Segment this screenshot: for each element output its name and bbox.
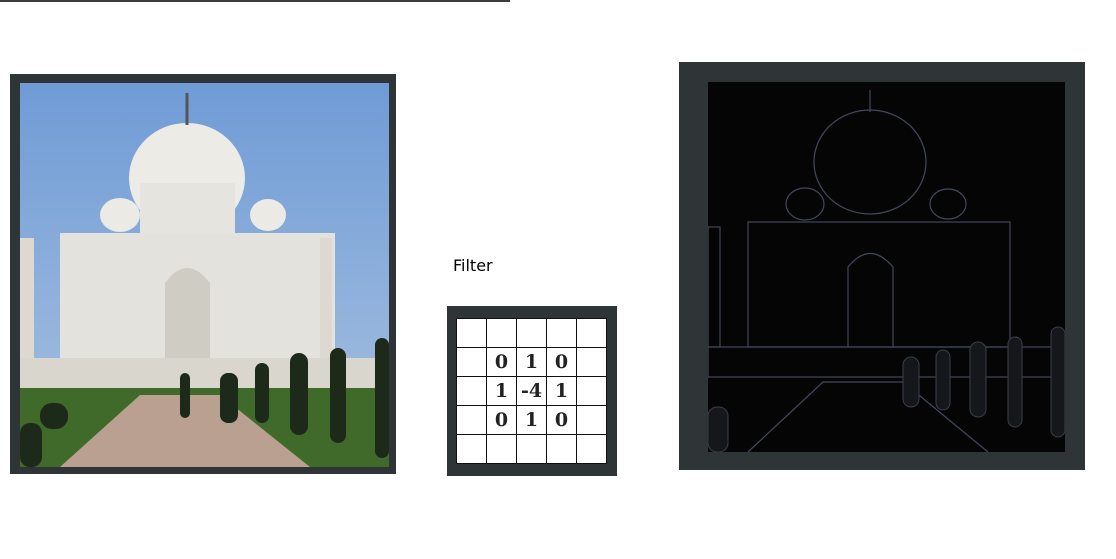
kernel-cell	[576, 347, 607, 377]
input-image-taj-mahal	[20, 83, 389, 467]
kernel-cell	[486, 434, 517, 464]
kernel-cell	[576, 405, 607, 435]
kernel-cell	[456, 376, 487, 406]
kernel-cell	[546, 434, 577, 464]
kernel-cell	[456, 318, 487, 348]
filter-kernel-grid: 010 1 -4 1 010	[456, 318, 607, 464]
kernel-cell	[576, 318, 607, 348]
kernel-row	[456, 434, 607, 464]
kernel-cell: 1	[486, 376, 517, 406]
filter-kernel-frame: 010 1 -4 1 010	[447, 306, 617, 476]
kernel-cell: 0	[546, 347, 577, 377]
kernel-cell: 1	[546, 376, 577, 406]
top-divider-line	[0, 0, 510, 2]
kernel-cell: -4	[516, 376, 547, 406]
kernel-row: 010	[456, 347, 607, 377]
kernel-cell	[456, 434, 487, 464]
output-image-frame	[679, 62, 1085, 470]
kernel-cell	[516, 318, 547, 348]
kernel-cell	[456, 347, 487, 377]
output-edge-image	[708, 82, 1065, 452]
kernel-cell: 0	[486, 405, 517, 435]
kernel-cell	[456, 405, 487, 435]
kernel-row: 010	[456, 405, 607, 435]
kernel-cell: 0	[546, 405, 577, 435]
kernel-cell	[546, 318, 577, 348]
kernel-row	[456, 318, 607, 348]
kernel-cell	[486, 318, 517, 348]
filter-label: Filter	[453, 256, 493, 275]
kernel-cell	[576, 434, 607, 464]
kernel-cell: 0	[486, 347, 517, 377]
input-image-frame	[10, 74, 396, 474]
kernel-row: 1 -4 1	[456, 376, 607, 406]
kernel-cell	[576, 376, 607, 406]
kernel-cell	[516, 434, 547, 464]
kernel-cell: 1	[516, 347, 547, 377]
kernel-cell: 1	[516, 405, 547, 435]
